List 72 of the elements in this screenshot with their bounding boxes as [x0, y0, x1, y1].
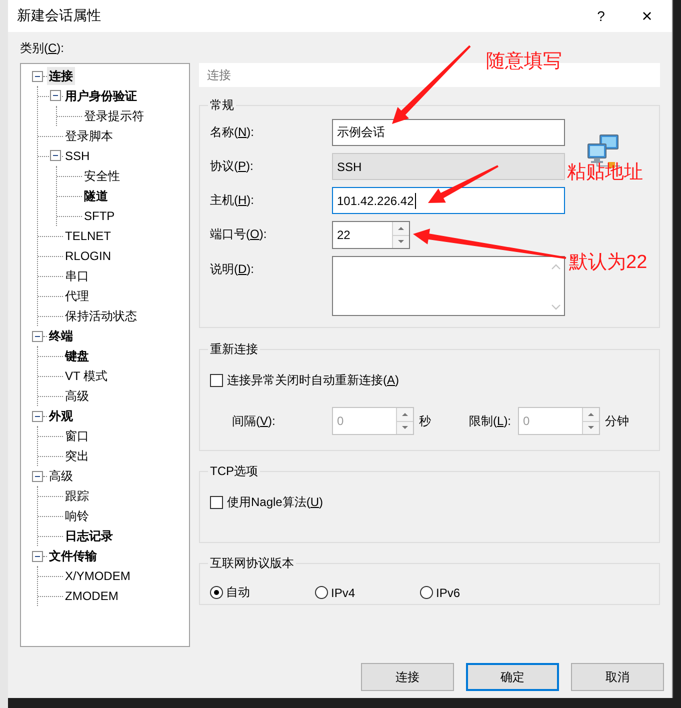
- tree-item[interactable]: 高级: [47, 467, 75, 485]
- tree-item[interactable]: 文件传输: [47, 547, 99, 565]
- collapse-icon[interactable]: [32, 550, 43, 562]
- unit-label: 分钟: [605, 412, 629, 430]
- unit-label: 秒: [419, 412, 431, 430]
- checkbox-label: 连接异常关闭时自动重新连接(A): [227, 372, 400, 389]
- tree-item[interactable]: 登录提示符: [82, 107, 146, 125]
- group-title: 互联网协议版本: [209, 555, 295, 572]
- field-label: 端口号(O):: [210, 226, 268, 243]
- tree-item[interactable]: TELNET: [63, 227, 114, 245]
- field-label: 名称(N):: [210, 124, 256, 141]
- tree-item[interactable]: ZMODEM: [63, 587, 120, 605]
- tree-item[interactable]: 用户身份验证: [63, 87, 139, 105]
- input-field[interactable]: 示例会话: [332, 119, 565, 146]
- tree-item[interactable]: 代理: [63, 287, 91, 305]
- tree-item[interactable]: VT 模式: [63, 367, 110, 385]
- tree-item[interactable]: 响铃: [63, 507, 91, 525]
- collapse-icon[interactable]: [32, 330, 43, 342]
- tree-item[interactable]: RLOGIN: [63, 247, 114, 265]
- tree-item[interactable]: 保持活动状态: [63, 307, 139, 325]
- radio-button[interactable]: [315, 586, 328, 599]
- protocol-field[interactable]: SSH: [332, 153, 565, 180]
- radio-label: 自动: [226, 584, 250, 601]
- field-label: 主机(H):: [210, 192, 256, 209]
- tree-item[interactable]: 串口: [63, 267, 91, 285]
- collapse-icon[interactable]: [50, 90, 61, 101]
- input-field[interactable]: 101.42.226.42: [332, 187, 565, 214]
- help-button[interactable]: ?: [578, 8, 624, 24]
- tree-item[interactable]: 终端: [47, 327, 75, 345]
- collapse-icon[interactable]: [50, 150, 61, 161]
- checkbox[interactable]: [210, 496, 223, 509]
- tree-item[interactable]: X/YMODEM: [63, 567, 132, 585]
- window-title: 新建会话属性: [17, 7, 102, 25]
- tree-item[interactable]: SFTP: [82, 207, 117, 225]
- tree-item[interactable]: 登录脚本: [63, 127, 115, 145]
- group-title: TCP选项: [209, 463, 259, 480]
- group-title: 重新连接: [209, 341, 259, 358]
- checkbox[interactable]: [210, 374, 223, 387]
- tree-item[interactable]: 日志记录: [63, 527, 115, 545]
- tree-item[interactable]: 安全性: [82, 167, 122, 185]
- tree-item[interactable]: 高级: [63, 387, 91, 405]
- field-label: 说明(D):: [210, 261, 256, 278]
- dialog-button[interactable]: 连接: [361, 663, 454, 691]
- group-title: 常规: [209, 97, 235, 114]
- annotation-text: 默认为22: [569, 251, 648, 275]
- checkbox-label: 使用Nagle算法(U): [227, 494, 324, 511]
- port-field[interactable]: 22: [332, 221, 410, 249]
- tree-item[interactable]: 连接: [47, 67, 75, 85]
- tree-item[interactable]: 窗口: [63, 427, 91, 445]
- tree-item[interactable]: 外观: [47, 407, 75, 425]
- collapse-icon[interactable]: [32, 470, 43, 482]
- close-button[interactable]: ×: [624, 6, 670, 26]
- field-label: 限制(L):: [469, 412, 512, 430]
- dialog-button[interactable]: 取消: [571, 663, 664, 691]
- radio-label: IPv6: [436, 586, 460, 600]
- category-label: 类别(C):: [20, 40, 66, 56]
- tree-item[interactable]: 隧道: [82, 187, 110, 205]
- collapse-icon[interactable]: [32, 70, 43, 82]
- radio-button[interactable]: [210, 586, 223, 599]
- radio-label: IPv4: [331, 586, 356, 600]
- field-label: 协议(P):: [210, 158, 254, 175]
- annotation-text: 粘贴地址: [567, 161, 643, 185]
- tree-item[interactable]: SSH: [63, 147, 92, 165]
- field-label: 间隔(V):: [232, 412, 276, 430]
- description-field[interactable]: [332, 256, 565, 316]
- radio-button[interactable]: [420, 586, 433, 599]
- collapse-icon[interactable]: [32, 410, 43, 422]
- dialog-button[interactable]: 确定: [466, 663, 559, 691]
- tree-item[interactable]: 突出: [63, 447, 91, 465]
- tree-item[interactable]: 键盘: [63, 347, 91, 365]
- arrow: [428, 165, 498, 203]
- tree-item[interactable]: 跟踪: [63, 487, 91, 505]
